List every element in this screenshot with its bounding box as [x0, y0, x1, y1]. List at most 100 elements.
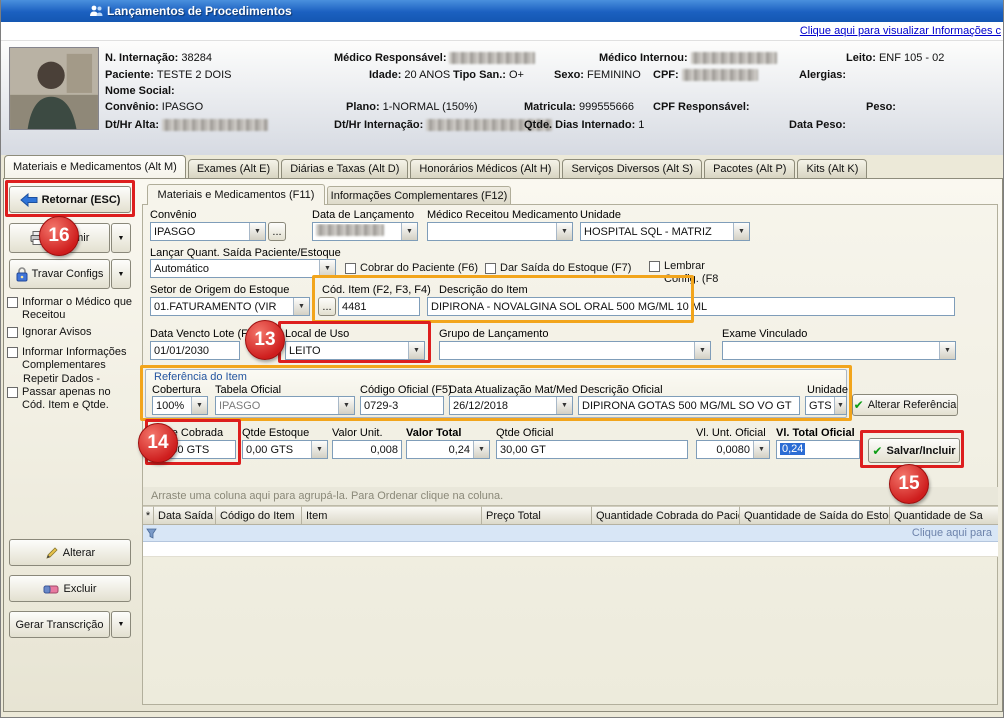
- cod-item-label: Cód. Item (F2, F3, F4): [322, 284, 431, 296]
- valor-unit-input[interactable]: [332, 440, 402, 459]
- exame-vinculado-combo[interactable]: ▼: [722, 341, 956, 360]
- app-window: Lançamentos de Procedimentos Clique aqui…: [0, 0, 1004, 718]
- grid-filter-row[interactable]: Clique aqui para: [143, 525, 998, 542]
- travar-configs-button[interactable]: Travar Configs: [9, 259, 110, 289]
- valor-total-combo[interactable]: 0,24 ▼: [406, 440, 490, 459]
- visualizar-informacoes-link[interactable]: Clique aqui para visualizar Informações …: [800, 25, 1001, 37]
- chevron-down-icon[interactable]: ▼: [694, 342, 710, 359]
- convenio-browse-button[interactable]: ...: [268, 222, 286, 241]
- unidade-oficial-combo[interactable]: GTS ▼: [805, 396, 847, 415]
- travar-configs-dropdown-button[interactable]: ▼: [111, 259, 131, 289]
- chevron-down-icon[interactable]: ▼: [408, 342, 424, 359]
- passar-apenas-checkbox[interactable]: Passar apenas no Cód. Item e Qtde.: [7, 386, 127, 412]
- tab-diarias-taxas[interactable]: Diárias e Taxas (Alt D): [281, 159, 408, 178]
- grid-header-qtd-cobrada[interactable]: Quantidade Cobrada do Paciente: [592, 506, 740, 525]
- vl-total-oficial-input[interactable]: 0,24: [776, 440, 860, 459]
- chevron-down-icon[interactable]: ▼: [834, 397, 846, 414]
- grid-empty-row[interactable]: [143, 542, 998, 557]
- tab-materiais-medicamentos[interactable]: Materiais e Medicamentos (Alt M): [4, 155, 186, 178]
- tab-honorarios-medicos[interactable]: Honorários Médicos (Alt H): [410, 159, 560, 178]
- ignorar-avisos-checkbox[interactable]: Ignorar Avisos: [7, 326, 133, 339]
- cod-item-browse-button[interactable]: ...: [318, 297, 336, 316]
- vl-unt-oficial-combo[interactable]: 0,0080 ▼: [696, 440, 770, 459]
- excluir-button[interactable]: Excluir: [9, 575, 131, 602]
- salvar-incluir-button[interactable]: ✔ Salvar/Incluir: [868, 438, 960, 463]
- nome-social-label: Nome Social:: [105, 85, 175, 97]
- grid-groupby-bar[interactable]: Arraste uma coluna aqui para agrupá-la. …: [143, 487, 998, 506]
- gerar-transcricao-dropdown-button[interactable]: ▼: [111, 611, 131, 638]
- medico-receitou-combo[interactable]: ▼: [427, 222, 573, 241]
- qtde-oficial-input[interactable]: [496, 440, 688, 459]
- grid-header-data-saida[interactable]: Data Saída: [154, 506, 216, 525]
- cobertura-combo[interactable]: 100% ▼: [152, 396, 208, 415]
- chevron-down-icon[interactable]: ▼: [556, 223, 572, 240]
- lancar-quant-combo[interactable]: Automático ▼: [150, 259, 336, 278]
- chevron-down-icon: ▼: [118, 271, 125, 278]
- ignorar-avisos-label: Ignorar Avisos: [22, 326, 92, 339]
- checkbox-icon[interactable]: [7, 327, 18, 338]
- chevron-down-icon[interactable]: ▼: [293, 298, 309, 315]
- grupo-lancamento-combo[interactable]: ▼: [439, 341, 711, 360]
- cod-item-input[interactable]: [338, 297, 420, 316]
- checkbox-icon[interactable]: [485, 263, 496, 274]
- inner-tab-complementares-f12[interactable]: Informações Complementares (F12): [327, 186, 511, 205]
- chevron-down-icon[interactable]: ▼: [473, 441, 489, 458]
- lock-icon: [16, 267, 28, 282]
- data-lancamento-combo[interactable]: ▼: [312, 222, 418, 241]
- gerar-transcricao-button[interactable]: Gerar Transcrição: [9, 611, 110, 638]
- unidade-combo[interactable]: HOSPITAL SQL - MATRIZ ▼: [580, 222, 750, 241]
- descricao-item-input[interactable]: [427, 297, 955, 316]
- checkbox-icon[interactable]: [345, 263, 356, 274]
- chevron-down-icon[interactable]: ▼: [191, 397, 207, 414]
- unidade-oficial-label: Unidade: [807, 384, 848, 396]
- lembrar-config-checkbox[interactable]: Lembrar Config. (F8: [649, 260, 727, 286]
- dar-saida-checkbox[interactable]: Dar Saída do Estoque (F7): [485, 262, 631, 275]
- data-vencto-label: Data Vencto Lote (F: [150, 328, 248, 340]
- tabela-oficial-combo[interactable]: IPASGO ▼: [215, 396, 355, 415]
- inner-tab-materiais-f11[interactable]: Materiais e Medicamentos (F11): [147, 184, 325, 205]
- field-medico-responsavel: Médico Responsável:: [334, 52, 535, 64]
- data-vencto-input[interactable]: [150, 341, 240, 360]
- informar-medico-label: Informar o Médico que Receitou: [22, 296, 133, 322]
- grid-header-qtd-saida[interactable]: Quantidade de Saída do Estoque: [740, 506, 890, 525]
- tab-servicos-diversos[interactable]: Serviços Diversos (Alt S): [562, 159, 702, 178]
- retornar-button[interactable]: Retornar (ESC): [9, 186, 131, 213]
- grid-header-codigo-item[interactable]: Código do Item: [216, 506, 302, 525]
- grupo-lancamento-label: Grupo de Lançamento: [439, 328, 548, 340]
- check-icon: ✔: [854, 399, 864, 411]
- chevron-down-icon[interactable]: ▼: [338, 397, 354, 414]
- cobrar-paciente-checkbox[interactable]: Cobrar do Paciente (F6): [345, 262, 478, 275]
- setor-origem-combo[interactable]: 01.FATURAMENTO (VIR ▼: [150, 297, 310, 316]
- checkbox-icon[interactable]: [7, 297, 18, 308]
- tab-kits[interactable]: Kits (Alt K): [797, 159, 867, 178]
- qtde-estoque-combo[interactable]: 0,00 GTS ▼: [242, 440, 328, 459]
- imprimir-dropdown-button[interactable]: ▼: [111, 223, 131, 253]
- alterar-referencia-button[interactable]: ✔ Alterar Referência: [852, 394, 958, 416]
- checkbox-icon[interactable]: [7, 347, 18, 358]
- descricao-oficial-input[interactable]: [578, 396, 800, 415]
- field-paciente: Paciente:TESTE 2 DOIS: [105, 69, 232, 81]
- grid-filter-hint[interactable]: Clique aqui para: [912, 527, 992, 539]
- local-uso-combo[interactable]: LEITO ▼: [285, 341, 425, 360]
- informar-informacoes-checkbox[interactable]: Informar Informações Complementares: [7, 346, 133, 372]
- checkbox-icon[interactable]: [7, 387, 18, 398]
- grid-header-item[interactable]: Item: [302, 506, 482, 525]
- chevron-down-icon[interactable]: ▼: [733, 223, 749, 240]
- grid-header-qtd-sa[interactable]: Quantidade de Sa: [890, 506, 998, 525]
- tab-pacotes[interactable]: Pacotes (Alt P): [704, 159, 795, 178]
- chevron-down-icon[interactable]: ▼: [939, 342, 955, 359]
- chevron-down-icon[interactable]: ▼: [556, 397, 572, 414]
- chevron-down-icon[interactable]: ▼: [249, 223, 265, 240]
- chevron-down-icon[interactable]: ▼: [753, 441, 769, 458]
- convenio-combo[interactable]: IPASGO ▼: [150, 222, 266, 241]
- informar-medico-checkbox[interactable]: Informar o Médico que Receitou: [7, 296, 133, 322]
- chevron-down-icon[interactable]: ▼: [319, 260, 335, 277]
- alterar-button[interactable]: Alterar: [9, 539, 131, 566]
- chevron-down-icon[interactable]: ▼: [401, 223, 417, 240]
- tab-exames[interactable]: Exames (Alt E): [188, 159, 279, 178]
- data-atualizacao-combo[interactable]: 26/12/2018 ▼: [449, 396, 573, 415]
- codigo-oficial-input[interactable]: [360, 396, 444, 415]
- checkbox-icon[interactable]: [649, 261, 660, 272]
- grid-header-preco-total[interactable]: Preço Total: [482, 506, 592, 525]
- chevron-down-icon[interactable]: ▼: [311, 441, 327, 458]
